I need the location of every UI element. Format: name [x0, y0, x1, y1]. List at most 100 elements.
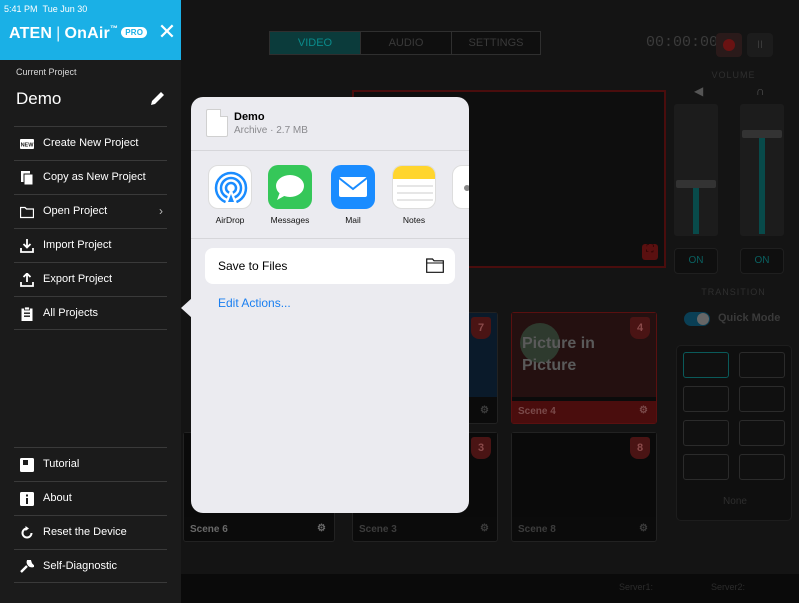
menu-open-project[interactable]: Open Project ›: [14, 194, 167, 228]
save-to-files-button[interactable]: Save to Files: [205, 248, 455, 284]
record-button[interactable]: [716, 33, 742, 57]
transition-fade[interactable]: [739, 386, 785, 412]
device-status-bar: 5:41 PM Tue Jun 30: [4, 4, 88, 14]
pause-button[interactable]: II: [747, 33, 773, 57]
share-more[interactable]: [449, 165, 469, 235]
transition-label: TRANSITION: [701, 287, 766, 297]
menu-about[interactable]: About: [14, 481, 167, 515]
menu-copy-as-new-project[interactable]: Copy as New Project: [14, 160, 167, 194]
project-side-panel: 5:41 PM Tue Jun 30 ATEN | OnAir™ PRO ✕ Curr…: [0, 0, 181, 603]
mail-icon: [331, 165, 375, 209]
transition-mosaic[interactable]: [739, 454, 785, 480]
server2-label: Server2:: [711, 582, 746, 592]
messages-icon: [268, 165, 312, 209]
speaker-icon: ◀: [694, 84, 704, 98]
share-mail[interactable]: Mail: [328, 165, 378, 235]
menu-label: Import Project: [43, 239, 112, 251]
menu-all-projects[interactable]: All Projects: [14, 296, 167, 330]
headphones-on-button[interactable]: ON: [740, 248, 784, 274]
chevron-right-icon: ›: [159, 204, 163, 218]
pencil-icon[interactable]: [149, 89, 167, 107]
scene-number-badge: 4: [630, 317, 650, 339]
menu-label: Export Project: [43, 273, 113, 285]
gear-icon[interactable]: ⚙: [480, 405, 489, 416]
volume-label: VOLUME: [711, 70, 756, 80]
tutorial-icon: [20, 458, 34, 472]
gear-icon[interactable]: ⚙: [480, 523, 489, 534]
reset-icon: [21, 526, 33, 539]
edit-actions-link[interactable]: Edit Actions...: [218, 296, 291, 310]
transition-none[interactable]: None: [677, 496, 793, 507]
transition-heart[interactable]: [739, 420, 785, 446]
transition-circle[interactable]: [683, 352, 729, 378]
file-meta: Archive · 2.7 MB: [234, 125, 308, 136]
folder-icon: [20, 206, 34, 219]
scene-footer: Scene 6 ⚙: [190, 523, 326, 535]
menu-label: Create New Project: [43, 137, 139, 149]
transition-box[interactable]: [683, 420, 729, 446]
fader-level: [759, 132, 765, 234]
menu-label: All Projects: [43, 307, 99, 319]
top-toolbar: VIDEO AUDIO SETTINGS 00:00:00 II: [181, 28, 799, 60]
share-messages[interactable]: Messages: [265, 165, 315, 235]
record-timer: 00:00:00: [646, 34, 719, 51]
tab-audio[interactable]: AUDIO: [360, 31, 452, 55]
thumb-text-2: Picture: [522, 357, 577, 374]
menu-label: Open Project: [43, 205, 108, 217]
transition-bars[interactable]: [739, 352, 785, 378]
new-icon: NEW: [20, 139, 34, 149]
close-icon[interactable]: ✕: [157, 20, 177, 44]
scene-footer: Scene 3 ⚙: [359, 523, 489, 535]
quick-mode-label: Quick Mode: [718, 312, 781, 324]
gear-icon[interactable]: ⚙: [639, 523, 648, 534]
menu-label: Self-Diagnostic: [43, 560, 117, 572]
import-icon: [20, 239, 34, 253]
fader-knob[interactable]: [742, 130, 782, 138]
transition-dissolve[interactable]: [683, 386, 729, 412]
app-label: AirDrop: [215, 215, 245, 225]
share-app-row: AirDrop Messages Mail Notes: [191, 151, 469, 239]
export-icon: [20, 273, 34, 287]
volume-fader-headphones[interactable]: [740, 104, 784, 236]
file-icon: [206, 109, 228, 137]
airdrop-icon: [208, 165, 252, 209]
svg-text:NEW: NEW: [21, 143, 34, 149]
transition-blocks[interactable]: [683, 454, 729, 480]
app-logo: ATEN | OnAir™ PRO: [9, 24, 148, 43]
scene-number-badge: 8: [630, 437, 650, 459]
copy-icon: [21, 171, 34, 185]
volume-fader-speaker[interactable]: [674, 104, 718, 236]
menu-self-diagnostic[interactable]: Self-Diagnostic: [14, 549, 167, 583]
share-notes[interactable]: Notes: [389, 165, 439, 235]
menu-create-new-project[interactable]: NEW Create New Project: [14, 126, 167, 160]
speaker-on-button[interactable]: ON: [674, 248, 718, 274]
gear-icon[interactable]: ⚙: [639, 405, 648, 416]
more-icon: [452, 165, 469, 209]
gear-icon[interactable]: ⚙: [317, 523, 326, 534]
share-airdrop[interactable]: AirDrop: [205, 165, 255, 235]
scene-card-live[interactable]: Picture in Picture 4 Scene 4 ⚙: [511, 312, 657, 424]
menu-tutorial[interactable]: Tutorial: [14, 447, 167, 481]
menu-label: Copy as New Project: [43, 171, 146, 183]
menu-label: Tutorial: [43, 458, 80, 470]
file-name: Demo: [234, 111, 265, 123]
save-to-files-label: Save to Files: [218, 259, 288, 273]
wrench-icon: [20, 560, 34, 573]
audio-transition-column: VOLUME ◀ ∩ ON ON TRANSITION Quick Mode N…: [668, 60, 799, 603]
app-label: Mail: [345, 215, 361, 225]
app-label: Notes: [402, 215, 426, 225]
tab-settings[interactable]: SETTINGS: [451, 31, 541, 55]
fader-knob[interactable]: [676, 180, 716, 188]
menu-import-project[interactable]: Import Project: [14, 228, 167, 262]
tab-video[interactable]: VIDEO: [269, 31, 361, 55]
notes-icon: [392, 165, 436, 209]
server-status-bar: Server1: Server2:: [181, 574, 799, 603]
server1-label: Server1:: [619, 582, 654, 592]
scene-card[interactable]: 8 Scene 8 ⚙: [511, 432, 657, 542]
menu-label: Reset the Device: [43, 526, 127, 538]
quick-mode-toggle[interactable]: [684, 312, 710, 326]
fullscreen-icon[interactable]: ⛶: [642, 244, 658, 260]
menu-export-project[interactable]: Export Project: [14, 262, 167, 296]
menu-reset-device[interactable]: Reset the Device: [14, 515, 167, 549]
panel-header: 5:41 PM Tue Jun 30 ATEN | OnAir™ PRO ✕: [0, 0, 181, 60]
